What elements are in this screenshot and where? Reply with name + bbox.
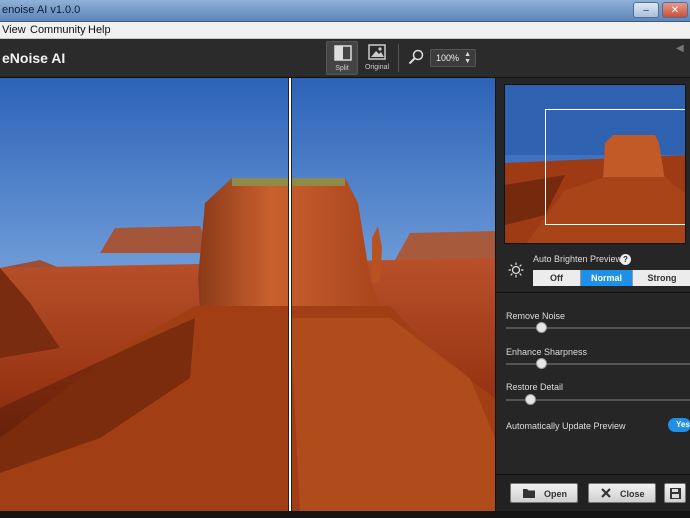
remove-noise-label: Remove Noise	[506, 311, 566, 321]
image-preview[interactable]	[0, 78, 495, 511]
minimize-icon: –	[643, 4, 649, 16]
auto-brighten-label: Auto Brighten Preview	[533, 254, 623, 264]
x-icon	[601, 488, 611, 498]
open-label: Open	[544, 489, 568, 499]
split-view-button[interactable]: Split	[326, 41, 358, 75]
brighten-off-option[interactable]: Off	[533, 270, 581, 286]
settings-panel: Auto Brighten Preview ? Off Normal Stron…	[495, 78, 690, 511]
sun-icon	[508, 262, 524, 278]
zoom-icon[interactable]	[408, 49, 424, 65]
menu-view[interactable]: View	[2, 24, 26, 36]
minimize-button[interactable]: –	[633, 2, 659, 18]
menu-community[interactable]: Community	[30, 24, 86, 36]
enhance-sharpness-slider[interactable]	[506, 363, 690, 365]
undo-icon[interactable]: ◀	[676, 43, 690, 71]
title-bar: enoise AI v1.0.0 – ✕	[0, 0, 690, 22]
enhance-sharpness-slider-thumb[interactable]	[535, 358, 547, 369]
image-icon	[368, 44, 386, 60]
brighten-normal-option[interactable]: Normal	[581, 270, 633, 286]
save-button[interactable]	[664, 483, 686, 503]
zoom-value: 100%	[436, 53, 460, 63]
brighten-segmented-control: Off Normal Strong	[533, 270, 690, 286]
brighten-strong-option[interactable]: Strong	[633, 270, 690, 286]
open-button[interactable]: Open	[510, 483, 578, 503]
remove-noise-slider-thumb[interactable]	[535, 322, 547, 333]
window-title: enoise AI v1.0.0	[2, 4, 81, 16]
close-window-button[interactable]: ✕	[662, 2, 688, 18]
toggle-state: Yes	[676, 420, 690, 429]
split-view-icon	[334, 45, 352, 61]
original-view-button[interactable]: Original	[361, 41, 393, 75]
menu-bar: View Community Help	[0, 22, 690, 39]
split-label: Split	[335, 65, 349, 72]
close-icon: ✕	[670, 4, 680, 16]
bottom-strip	[0, 511, 690, 518]
close-label: Close	[620, 489, 645, 499]
restore-detail-label: Restore Detail	[506, 382, 564, 392]
toolbar: eNoise AI Split Original 100% ▲ ▼ ◀	[0, 39, 690, 78]
menu-help[interactable]: Help	[88, 24, 111, 36]
save-icon	[670, 488, 681, 499]
toolbar-separator	[398, 44, 399, 72]
app-name: eNoise AI	[2, 50, 66, 66]
zoom-select[interactable]: 100% ▲ ▼	[430, 49, 476, 67]
auto-update-toggle[interactable]: Yes	[668, 418, 690, 432]
folder-icon	[523, 489, 535, 498]
original-label: Original	[364, 64, 390, 71]
auto-update-label: Automatically Update Preview	[506, 421, 626, 431]
desert-butte-photo	[0, 78, 495, 511]
panel-divider	[496, 292, 690, 293]
remove-noise-slider[interactable]	[506, 327, 690, 329]
spinner-arrows-icon[interactable]: ▲ ▼	[464, 51, 471, 65]
navigator-viewport-rect[interactable]	[545, 109, 685, 225]
close-button[interactable]: Close	[588, 483, 656, 503]
help-icon[interactable]: ?	[620, 254, 631, 265]
restore-detail-slider-thumb[interactable]	[524, 394, 536, 405]
split-divider-handle[interactable]	[288, 78, 292, 511]
navigator-thumbnail[interactable]	[504, 84, 686, 244]
action-bar: Open Close	[496, 474, 690, 511]
enhance-sharpness-label: Enhance Sharpness	[506, 347, 588, 357]
